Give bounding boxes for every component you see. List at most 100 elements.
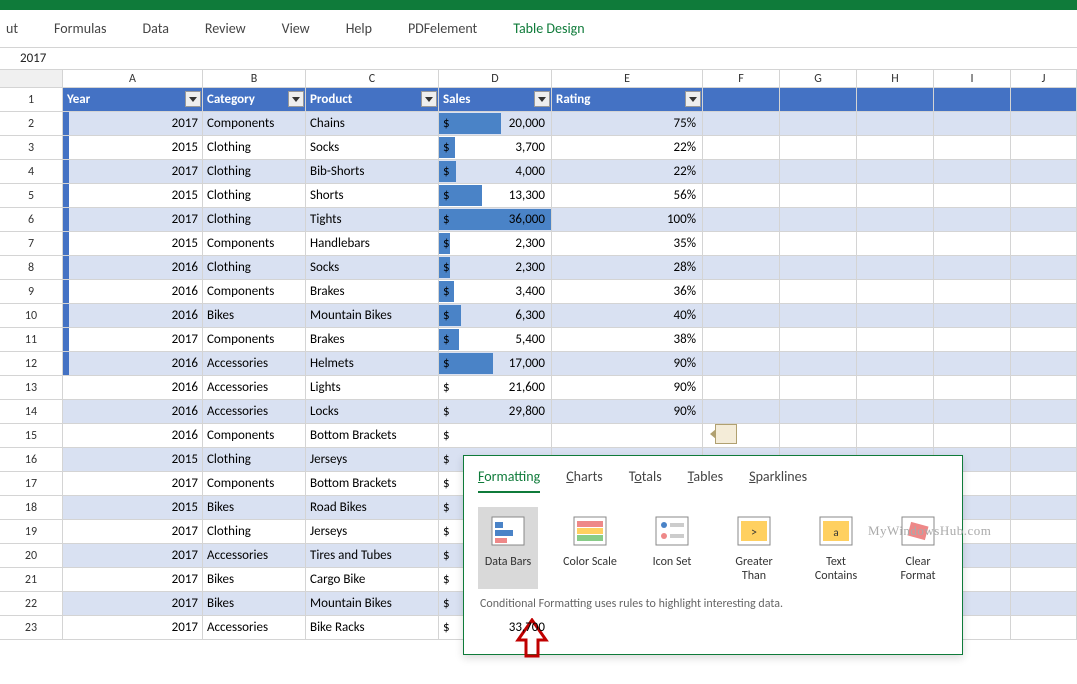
cell-rating[interactable]: 35% [552, 232, 703, 256]
cell-empty[interactable] [934, 400, 1011, 424]
ribbon-tab-pdfelement[interactable]: PDFelement [390, 10, 495, 47]
cell-empty[interactable] [857, 88, 934, 112]
cell-rating[interactable]: 22% [552, 160, 703, 184]
cell-year[interactable]: 2015 [63, 448, 203, 472]
cell-empty[interactable] [934, 88, 1011, 112]
cell-year[interactable]: 2016 [63, 304, 203, 328]
cell-empty[interactable] [1011, 520, 1077, 544]
cell-year[interactable]: 2017 [63, 328, 203, 352]
cell-category[interactable]: Clothing [203, 184, 306, 208]
row-header-1[interactable]: 1 [0, 88, 63, 112]
cell-sales[interactable]: $6,300 [439, 304, 552, 328]
cell-year[interactable]: 2017 [63, 520, 203, 544]
cell-sales[interactable]: $13,300 [439, 184, 552, 208]
cell-category[interactable]: Bikes [203, 568, 306, 592]
cell-empty[interactable] [857, 208, 934, 232]
cell-empty[interactable] [934, 112, 1011, 136]
row-header-12[interactable]: 12 [0, 352, 63, 376]
qa-tab-formatting[interactable]: Formatting [478, 468, 540, 493]
column-header-F[interactable]: F [703, 70, 780, 87]
qa-tab-charts[interactable]: Charts [566, 468, 603, 493]
cell-empty[interactable] [780, 160, 857, 184]
column-header-H[interactable]: H [857, 70, 934, 87]
cell-product[interactable]: Lights [306, 376, 439, 400]
cell-empty[interactable] [1011, 112, 1077, 136]
cell-empty[interactable] [1011, 616, 1077, 640]
column-header-D[interactable]: D [439, 70, 552, 87]
cell-category[interactable]: Accessories [203, 616, 306, 640]
cell-product[interactable]: Tights [306, 208, 439, 232]
cell-empty[interactable] [1011, 256, 1077, 280]
cell-empty[interactable] [1011, 472, 1077, 496]
cell-empty[interactable] [1011, 544, 1077, 568]
cell-year[interactable]: 2016 [63, 424, 203, 448]
row-header-18[interactable]: 18 [0, 496, 63, 520]
cell-product[interactable]: Helmets [306, 352, 439, 376]
row-header-15[interactable]: 15 [0, 424, 63, 448]
row-header-4[interactable]: 4 [0, 160, 63, 184]
cell-category[interactable]: Accessories [203, 376, 306, 400]
cell-product[interactable]: Handlebars [306, 232, 439, 256]
row-header-16[interactable]: 16 [0, 448, 63, 472]
cell-sales[interactable]: $5,400 [439, 328, 552, 352]
cell-category[interactable]: Accessories [203, 400, 306, 424]
row-header-7[interactable]: 7 [0, 232, 63, 256]
cell-empty[interactable] [780, 256, 857, 280]
cell-empty[interactable] [1011, 424, 1077, 448]
cell-year[interactable]: 2017 [63, 568, 203, 592]
quick-analysis-button[interactable] [715, 424, 737, 444]
cell-empty[interactable] [703, 136, 780, 160]
qa-item-text-contains[interactable]: aText Contains [806, 507, 866, 589]
qa-item-color-scale[interactable]: Color Scale [560, 507, 620, 589]
column-header-B[interactable]: B [203, 70, 306, 87]
cell-product[interactable]: Brakes [306, 280, 439, 304]
cell-product[interactable]: Bottom Brackets [306, 424, 439, 448]
cell-empty[interactable] [934, 304, 1011, 328]
ribbon-tab-data[interactable]: Data [125, 10, 187, 47]
qa-tab-sparklines[interactable]: Sparklines [749, 468, 807, 493]
cell-category[interactable]: Components [203, 424, 306, 448]
cell-empty[interactable] [780, 400, 857, 424]
cell-empty[interactable] [857, 184, 934, 208]
cell-sales[interactable]: $21,600 [439, 376, 552, 400]
cell-empty[interactable] [703, 256, 780, 280]
cell-empty[interactable] [780, 136, 857, 160]
row-header-3[interactable]: 3 [0, 136, 63, 160]
cell-empty[interactable] [934, 328, 1011, 352]
column-header-I[interactable]: I [934, 70, 1011, 87]
cell-category[interactable]: Components [203, 280, 306, 304]
cell-empty[interactable] [1011, 400, 1077, 424]
cell-product[interactable]: Bib-Shorts [306, 160, 439, 184]
row-header-8[interactable]: 8 [0, 256, 63, 280]
cell-product[interactable]: Locks [306, 400, 439, 424]
cell-category[interactable]: Clothing [203, 208, 306, 232]
row-header-21[interactable]: 21 [0, 568, 63, 592]
cell-empty[interactable] [934, 280, 1011, 304]
qa-tab-totals[interactable]: Totals [629, 468, 662, 493]
cell-empty[interactable] [857, 304, 934, 328]
cell-category[interactable]: Bikes [203, 304, 306, 328]
cell-year[interactable]: 2017 [63, 472, 203, 496]
cell-year[interactable]: 2016 [63, 376, 203, 400]
cell-rating[interactable] [552, 424, 703, 448]
cell-category[interactable]: Bikes [203, 592, 306, 616]
filter-dropdown-icon[interactable] [534, 91, 550, 107]
cell-empty[interactable] [703, 88, 780, 112]
cell-rating[interactable]: 36% [552, 280, 703, 304]
cell-sales[interactable]: $ [439, 424, 552, 448]
cell-empty[interactable] [780, 424, 857, 448]
qa-item-icon-set[interactable]: Icon Set [642, 507, 702, 589]
cell-category[interactable]: Accessories [203, 352, 306, 376]
cell-empty[interactable] [857, 352, 934, 376]
cell-empty[interactable] [1011, 160, 1077, 184]
cell-empty[interactable] [703, 376, 780, 400]
cell-rating[interactable]: 56% [552, 184, 703, 208]
table-header-year[interactable]: Year [63, 88, 203, 112]
row-header-9[interactable]: 9 [0, 280, 63, 304]
cell-empty[interactable] [934, 208, 1011, 232]
cell-empty[interactable] [934, 232, 1011, 256]
column-header-A[interactable]: A [63, 70, 203, 87]
cell-empty[interactable] [1011, 592, 1077, 616]
cell-sales[interactable]: $17,000 [439, 352, 552, 376]
row-header-2[interactable]: 2 [0, 112, 63, 136]
